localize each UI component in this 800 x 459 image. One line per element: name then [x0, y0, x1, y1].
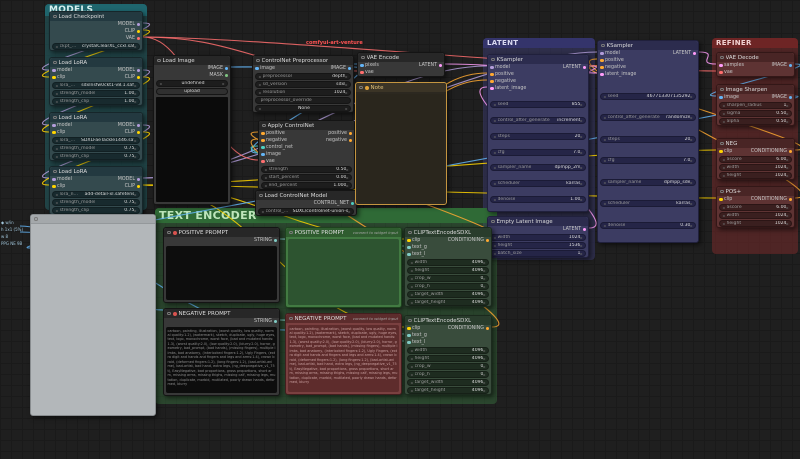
edge-annotation: ◆ w/in — [1, 220, 14, 225]
overlay-layer: comfyui-art-venture ◆ w/in h 1x1 (5%) w 8 PP… — [0, 0, 800, 459]
edge-annotation: PPG NE 9B — [1, 241, 23, 246]
node-graph-canvas[interactable]: MODELS LATENT REFINER TEXT ENCODER Load Che… — [0, 0, 800, 459]
edge-annotation: w 8 — [1, 234, 9, 239]
edge-annotation: h 1x1 (5%) — [1, 227, 24, 232]
node-source-badge: comfyui-art-venture — [306, 40, 363, 46]
